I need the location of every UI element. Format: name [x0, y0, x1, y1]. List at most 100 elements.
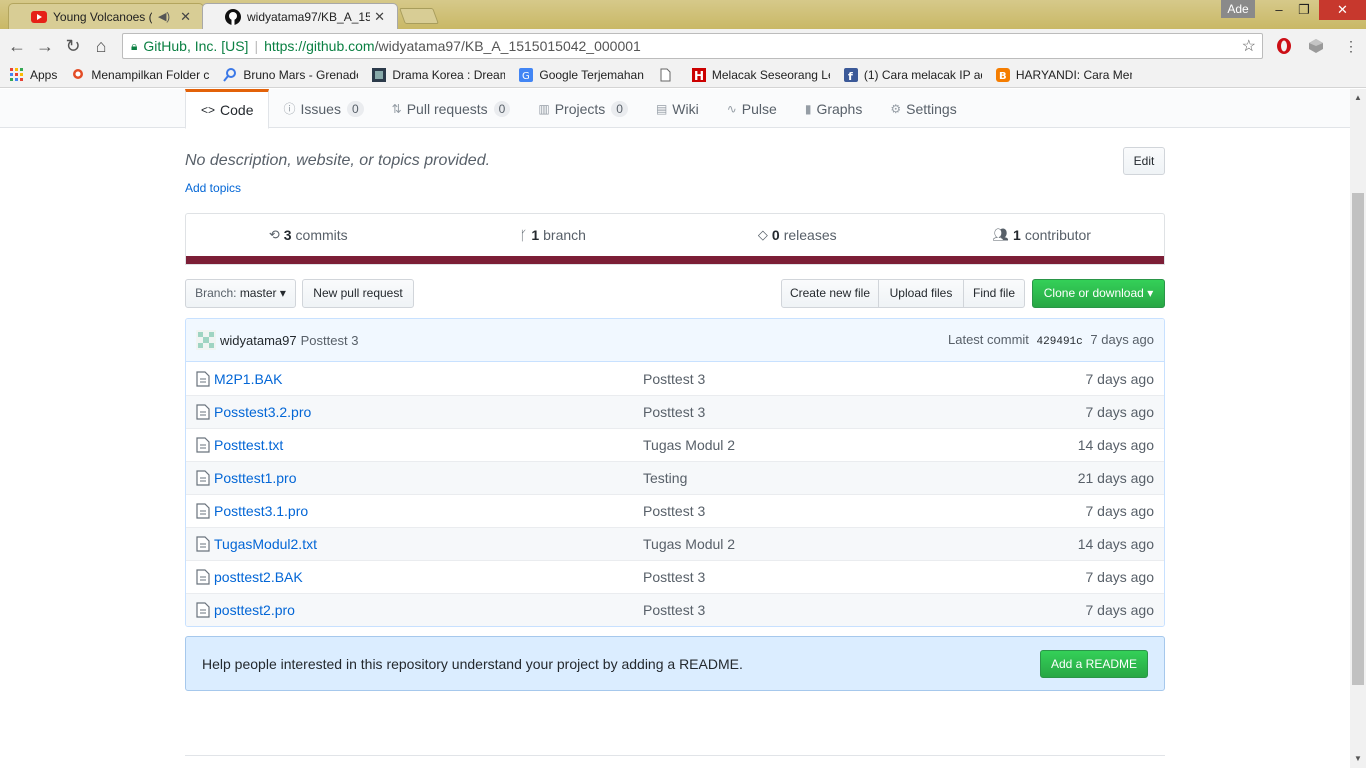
- page-viewport: <> Code ⓘ Issues 0 ⇅ Pull requests 0 ▥ P…: [0, 89, 1350, 768]
- home-icon[interactable]: ⌂: [90, 35, 112, 57]
- file-commit-message[interactable]: Testing: [643, 470, 1078, 486]
- close-tab-icon[interactable]: ✕: [180, 9, 191, 25]
- file-commit-message[interactable]: Tugas Modul 2: [643, 437, 1078, 453]
- back-arrow-icon[interactable]: ←: [6, 35, 28, 57]
- bookmark-label: HARYANDI: Cara Men: [1015, 68, 1132, 82]
- tab-title: widyatama97/KB_A_1515: [247, 9, 371, 24]
- file-name-link[interactable]: posttest2.pro: [214, 602, 643, 618]
- new-pull-request-button[interactable]: New pull request: [302, 279, 414, 308]
- tab-label: Issues: [300, 100, 341, 117]
- file-name-link[interactable]: TugasModul2.txt: [214, 536, 643, 552]
- tab-youtube[interactable]: Young Volcanoes (VEV ◀) ✕: [8, 3, 204, 29]
- upload-files-button[interactable]: Upload files: [878, 279, 964, 308]
- latest-commit-prefix: Latest commit: [948, 332, 1029, 347]
- bookmarks-bar: Apps Menampilkan Folder c Bruno Mars - G…: [0, 63, 1366, 88]
- menu-icon[interactable]: ⋮: [1340, 35, 1362, 57]
- file-commit-message[interactable]: Posttest 3: [643, 602, 1086, 618]
- tab-issues[interactable]: ⓘ Issues 0: [269, 89, 377, 128]
- scroll-thumb[interactable]: [1352, 193, 1364, 685]
- contributor-label: contributor: [1024, 227, 1091, 243]
- branch-select-button[interactable]: Branch: master ▾: [185, 279, 296, 308]
- file-name-link[interactable]: Posttest.txt: [214, 437, 643, 453]
- bookmark-drama-korea[interactable]: Drama Korea : Dream: [372, 68, 505, 82]
- tab-pull-requests[interactable]: ⇅ Pull requests 0: [378, 89, 525, 128]
- footer-divider: [185, 755, 1165, 756]
- releases-link[interactable]: ◇ 0 releases: [675, 214, 920, 256]
- bookmark-google-terjemahan[interactable]: G Google Terjemahan: [519, 68, 644, 82]
- bookmark-page[interactable]: [658, 68, 678, 82]
- avatar[interactable]: [196, 330, 216, 350]
- minimize-button[interactable]: –: [1266, 0, 1292, 20]
- tab-github[interactable]: widyatama97/KB_A_1515 ✕: [202, 3, 398, 29]
- new-tab-button[interactable]: [399, 8, 439, 24]
- close-window-button[interactable]: ✕: [1319, 0, 1366, 20]
- tab-settings[interactable]: ⚙ Settings: [876, 89, 970, 128]
- forward-arrow-icon[interactable]: →: [34, 35, 56, 57]
- language-bar[interactable]: [186, 256, 1164, 264]
- add-topics-link[interactable]: Add topics: [185, 181, 241, 195]
- bookmark-star-icon[interactable]: ☆: [1242, 36, 1256, 56]
- close-tab-icon[interactable]: ✕: [374, 9, 385, 25]
- add-readme-button[interactable]: Add a README: [1039, 649, 1148, 678]
- book-icon: ▤: [655, 101, 668, 116]
- bookmark-apps[interactable]: Apps: [10, 68, 57, 82]
- branch-link[interactable]: ᚴ 1 branch: [431, 214, 676, 256]
- repo-description: No description, website, or topics provi…: [185, 152, 491, 169]
- extension-icon[interactable]: [1308, 38, 1324, 54]
- commit-author[interactable]: widyatama97: [220, 333, 297, 348]
- create-new-file-button[interactable]: Create new file: [781, 279, 879, 308]
- bookmark-menampilkan-folder[interactable]: Menampilkan Folder c: [71, 68, 209, 82]
- contributors-link[interactable]: 👥︎ 1 contributor: [920, 214, 1165, 256]
- edit-description-button[interactable]: Edit: [1123, 147, 1165, 175]
- speaker-icon[interactable]: ◀): [158, 10, 170, 23]
- scroll-up-icon[interactable]: ▲: [1350, 91, 1366, 105]
- file-commit-message[interactable]: Posttest 3: [643, 404, 1086, 420]
- file-age: 14 days ago: [1077, 437, 1154, 453]
- bookmark-bruno-mars[interactable]: Bruno Mars - Grenade: [223, 68, 358, 82]
- file-name-link[interactable]: M2P1.BAK: [214, 371, 643, 387]
- tab-code[interactable]: <> Code: [185, 89, 270, 129]
- file-icon: [196, 470, 210, 486]
- file-name-link[interactable]: Posttest3.1.pro: [214, 503, 643, 519]
- clone-or-download-button[interactable]: Clone or download ▾: [1032, 279, 1165, 308]
- bookmark-haryandi[interactable]: B HARYANDI: Cara Men: [995, 68, 1132, 82]
- commits-link[interactable]: ⟲ 3 commits: [186, 214, 431, 256]
- tab-projects[interactable]: ▥ Projects 0: [524, 89, 642, 128]
- file-commit-message[interactable]: Tugas Modul 2: [643, 536, 1078, 552]
- file-name-link[interactable]: Posttest1.pro: [214, 470, 643, 486]
- address-bar[interactable]: 🔒︎ GitHub, Inc. [US] | https://github.co…: [122, 33, 1263, 59]
- tab-wiki[interactable]: ▤ Wiki: [642, 89, 713, 128]
- tab-label: Projects: [554, 100, 606, 117]
- opera-icon[interactable]: [1276, 38, 1292, 54]
- svg-text:G: G: [522, 71, 530, 82]
- file-name-link[interactable]: Posstest3.2.pro: [214, 404, 643, 420]
- separator: |: [254, 38, 259, 54]
- page-scrollbar[interactable]: ▲ ▼: [1350, 89, 1366, 768]
- readme-prompt-text: Help people interested in this repositor…: [202, 655, 743, 672]
- maximize-button[interactable]: ❐: [1291, 0, 1317, 20]
- table-row: Posstest3.2.pro Posttest 37 days ago: [186, 395, 1164, 428]
- profile-badge[interactable]: Ade: [1221, 0, 1255, 18]
- commits-label: commits: [295, 227, 348, 243]
- table-row: Posttest3.1.pro Posttest 37 days ago: [186, 494, 1164, 527]
- commit-sha[interactable]: 429491c: [1037, 336, 1083, 348]
- bookmark-melacak-seseorang[interactable]: H Melacak Seseorang Le: [691, 68, 830, 82]
- file-commit-message[interactable]: Posttest 3: [643, 503, 1086, 519]
- file-icon: [196, 404, 210, 420]
- scroll-down-icon[interactable]: ▼: [1350, 752, 1366, 766]
- svg-text:f: f: [848, 70, 853, 82]
- file-commit-message[interactable]: Posttest 3: [643, 569, 1086, 585]
- file-name-link[interactable]: posttest2.BAK: [214, 569, 643, 585]
- blank-page-icon: [660, 68, 671, 82]
- search-magnifier-icon: [223, 68, 237, 82]
- tab-pulse[interactable]: ∿ Pulse: [713, 89, 791, 128]
- find-file-button[interactable]: Find file: [963, 279, 1025, 308]
- file-commit-message[interactable]: Posttest 3: [643, 371, 1086, 387]
- bookmark-facebook[interactable]: f (1) Cara melacak IP ad: [843, 68, 982, 82]
- youtube-icon: [31, 9, 47, 25]
- tab-graphs[interactable]: ▮ Graphs: [791, 89, 877, 128]
- commit-message[interactable]: Posttest 3: [301, 333, 359, 348]
- reload-icon[interactable]: ↻: [62, 35, 84, 57]
- site-identity[interactable]: GitHub, Inc. [US]: [143, 38, 248, 54]
- tag-icon: ◇: [757, 227, 768, 242]
